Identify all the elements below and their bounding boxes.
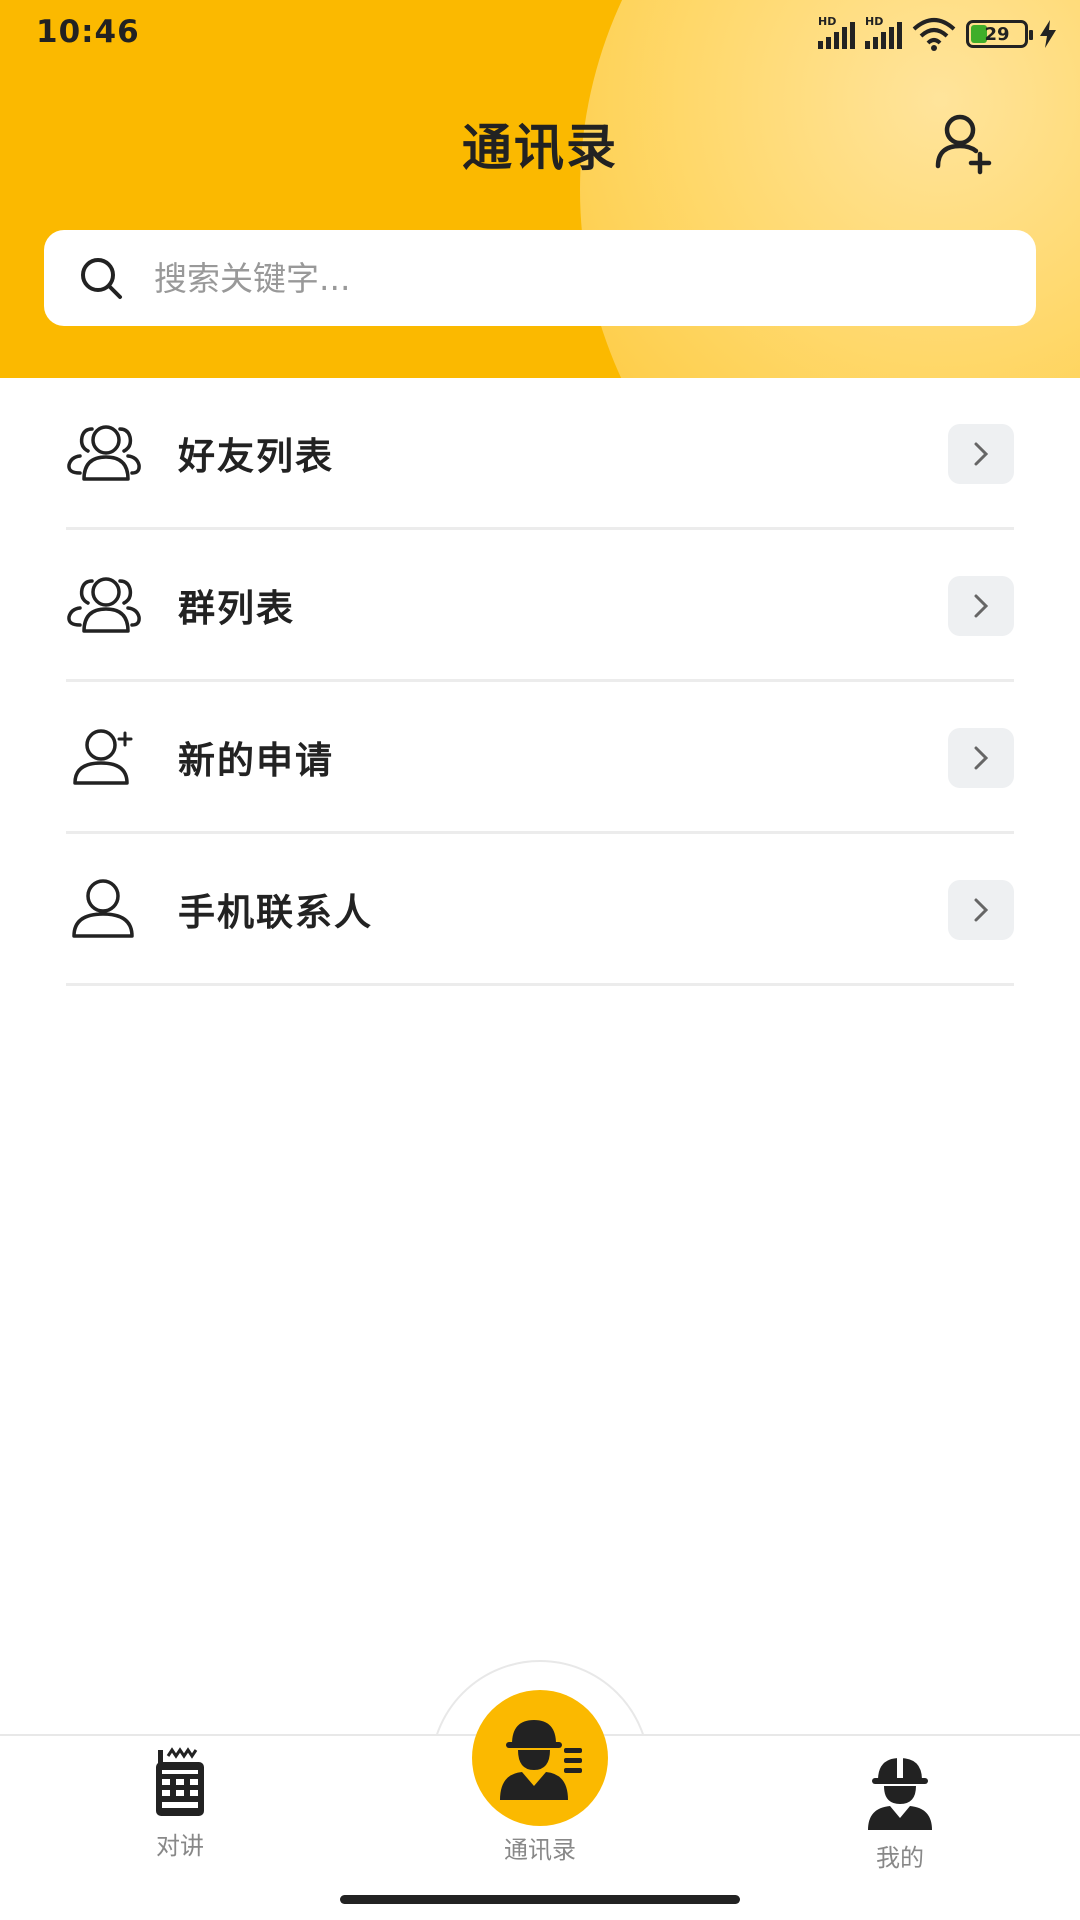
nav-tab-contacts[interactable]: 通讯录 [460, 1690, 620, 1865]
signal-icon: HD [818, 15, 855, 49]
chevron-right-icon [948, 424, 1014, 484]
status-icons: HD HD 29 [818, 14, 1058, 54]
battery-level: 29 [984, 23, 1010, 45]
list-item-label: 新的申请 [178, 738, 334, 782]
signal-hd-label: HD [818, 15, 837, 28]
new-request-icon [66, 719, 142, 795]
list-item-label: 手机联系人 [178, 890, 373, 934]
signal-icon: HD [865, 15, 902, 49]
list-item-phone-contacts[interactable]: 手机联系人 [66, 834, 1014, 986]
list-item-label: 群列表 [178, 586, 295, 630]
search-bar[interactable] [44, 230, 1036, 326]
header: 10:46 HD HD 29 通讯录 搜索关键字... [0, 0, 1080, 378]
nav-tab-label: 通讯录 [504, 1836, 576, 1864]
signal-hd-label: HD [865, 15, 884, 28]
search-icon [81, 258, 122, 299]
walkie-talkie-icon [156, 1747, 204, 1816]
battery-icon: 29 [966, 20, 1033, 48]
wifi-icon [912, 18, 956, 51]
phone-contact-icon [66, 871, 142, 947]
search-input[interactable] [154, 258, 954, 298]
worker-profile-icon [868, 1758, 932, 1830]
status-time: 10:46 [36, 14, 140, 50]
page-title: 通讯录 [462, 119, 618, 177]
list-item-friends[interactable]: 好友列表 [66, 378, 1014, 530]
nav-tab-label: 我的 [876, 1844, 924, 1872]
group-icon [66, 567, 142, 643]
list-item-groups[interactable]: 群列表 [66, 530, 1014, 682]
add-contact-button[interactable] [930, 110, 996, 176]
status-bar: 10:46 HD HD 29 [0, 0, 1080, 70]
chevron-right-icon [948, 880, 1014, 940]
chevron-right-icon [948, 728, 1014, 788]
friends-icon [66, 415, 142, 491]
list-item-new-requests[interactable]: 新的申请 [66, 682, 1014, 834]
charging-icon [1040, 20, 1056, 48]
chevron-right-icon [948, 576, 1014, 636]
nav-tab-me[interactable]: 我的 [840, 1756, 960, 1873]
contacts-menu-list: 好友列表 群列表 新的申请 手机联系人 [66, 378, 1014, 986]
nav-center-button[interactable] [472, 1690, 608, 1826]
worker-contacts-icon [500, 1720, 582, 1800]
person-add-icon [935, 114, 992, 175]
nav-tab-label: 对讲 [156, 1832, 204, 1860]
list-item-label: 好友列表 [178, 434, 334, 478]
nav-tab-talk[interactable]: 对讲 [120, 1746, 240, 1861]
home-indicator[interactable] [340, 1895, 740, 1904]
